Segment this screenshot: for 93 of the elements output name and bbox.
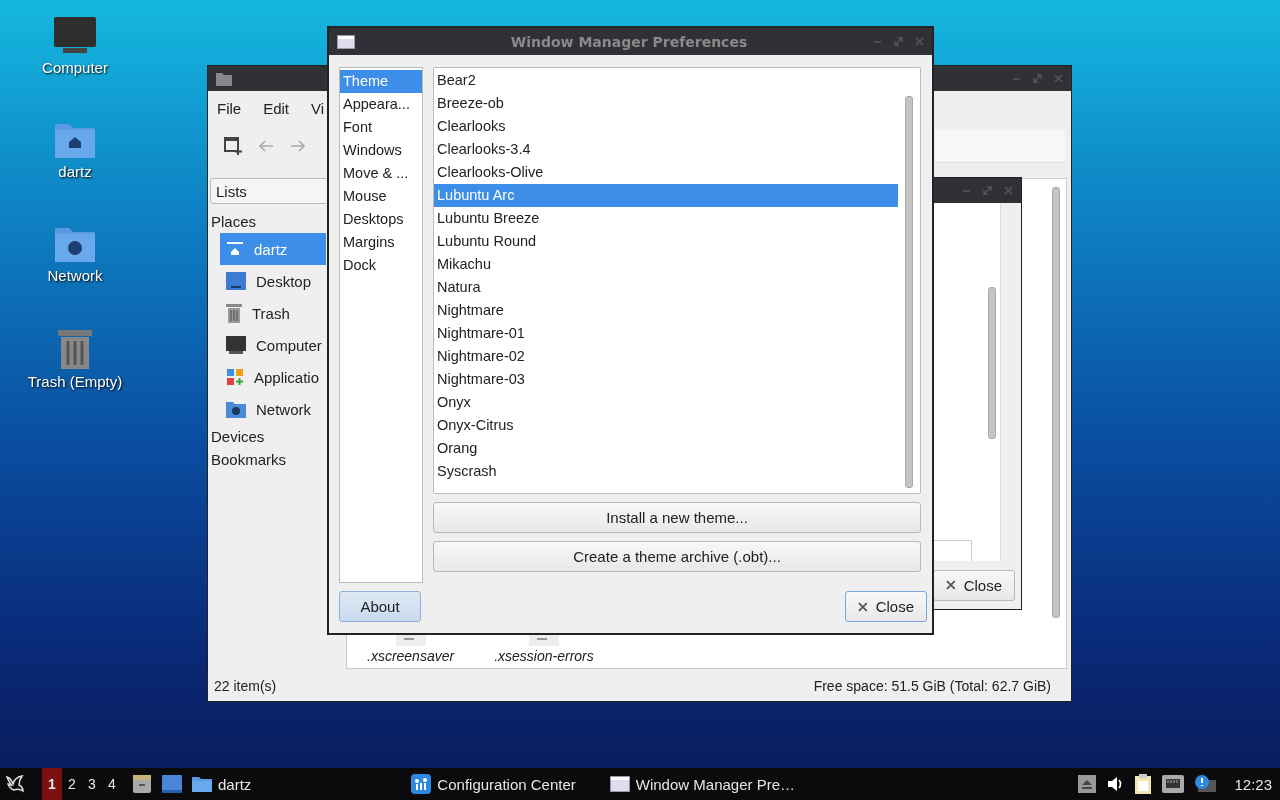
task-button[interactable]: Window Manager Pre… bbox=[609, 775, 795, 793]
window-icon bbox=[609, 776, 630, 792]
scrollbar[interactable] bbox=[905, 96, 913, 488]
forward-icon[interactable] bbox=[290, 139, 306, 153]
file-name[interactable]: .xsession-errors bbox=[494, 648, 594, 664]
path-bar[interactable] bbox=[935, 129, 1065, 163]
eject-icon[interactable] bbox=[1078, 775, 1097, 793]
close-icon[interactable] bbox=[1054, 74, 1063, 83]
section-heading[interactable]: Bookmarks bbox=[208, 448, 326, 471]
list-option[interactable]: Nightmare-01 bbox=[434, 322, 898, 345]
maximize-icon[interactable] bbox=[894, 37, 903, 46]
menu-item[interactable]: Vi bbox=[311, 100, 325, 118]
category-item[interactable]: Margins bbox=[340, 231, 422, 254]
action-button[interactable]: Install a new theme... bbox=[433, 502, 921, 533]
category-item[interactable]: Appeara... bbox=[340, 93, 422, 116]
list-option[interactable]: Bear2 bbox=[434, 69, 898, 92]
desktop-icon-label[interactable]: Trash (Empty) bbox=[27, 373, 123, 390]
desktop-icon[interactable] bbox=[162, 775, 182, 793]
close-button[interactable]: Close bbox=[933, 569, 1015, 601]
workspace-button[interactable]: 1 bbox=[42, 768, 62, 800]
list-option[interactable]: Clearlooks-Olive bbox=[434, 161, 898, 184]
list-option[interactable]: Nightmare bbox=[434, 299, 898, 322]
window-icon bbox=[337, 34, 355, 49]
notification-icon[interactable] bbox=[1194, 774, 1217, 794]
side-pane-dropdown[interactable]: Lists bbox=[210, 178, 326, 204]
desktop-icon-label[interactable]: Network bbox=[47, 267, 103, 284]
place-item[interactable]: Trash bbox=[220, 297, 326, 329]
folder-icon bbox=[216, 71, 232, 86]
workspace-button[interactable]: 4 bbox=[102, 768, 122, 800]
list-option[interactable]: Orang bbox=[434, 437, 898, 460]
network-port-icon[interactable] bbox=[1162, 775, 1185, 793]
workspace-button[interactable]: 3 bbox=[82, 768, 102, 800]
task-button[interactable]: dartz bbox=[192, 775, 252, 793]
desktop-icon bbox=[226, 272, 246, 290]
free-space: Free space: 51.5 GiB (Total: 62.7 GiB) bbox=[813, 678, 1051, 694]
list-option[interactable]: Lubuntu Breeze bbox=[434, 207, 898, 230]
action-button[interactable]: Create a theme archive (.obt)... bbox=[433, 541, 921, 572]
category-item[interactable]: Windows bbox=[340, 139, 422, 162]
close-icon[interactable] bbox=[915, 37, 924, 46]
place-item[interactable]: Computer bbox=[220, 329, 326, 361]
file-cabinet-icon[interactable] bbox=[132, 774, 152, 794]
menu-item[interactable]: Edit bbox=[263, 100, 290, 118]
window-title: Window Manager Preferences bbox=[509, 33, 749, 50]
settings-icon bbox=[411, 774, 432, 794]
bird-logo-icon[interactable] bbox=[4, 773, 26, 795]
desktop-icon-label[interactable]: dartz bbox=[58, 163, 92, 180]
clipboard-icon[interactable] bbox=[1134, 773, 1153, 795]
list-option[interactable]: Nightmare-02 bbox=[434, 345, 898, 368]
section-heading[interactable]: Devices bbox=[208, 425, 326, 448]
category-item[interactable]: Font bbox=[340, 116, 422, 139]
category-item[interactable]: Mouse bbox=[340, 185, 422, 208]
folder-icon bbox=[192, 776, 212, 792]
list-option[interactable]: Lubuntu Round bbox=[434, 230, 898, 253]
place-item[interactable]: Applicatio bbox=[220, 361, 326, 393]
trash-icon bbox=[226, 303, 242, 323]
close-icon bbox=[858, 601, 868, 612]
list-option[interactable]: Clearlooks-3.4 bbox=[434, 138, 898, 161]
home-folder-icon bbox=[226, 240, 244, 258]
about-button[interactable]: About bbox=[339, 591, 421, 622]
place-item[interactable]: Network bbox=[220, 393, 326, 425]
list-option[interactable]: Breeze-ob bbox=[434, 92, 898, 115]
list-option[interactable]: Onyx-Citrus bbox=[434, 414, 898, 437]
list-option[interactable]: Natura bbox=[434, 276, 898, 299]
list-option[interactable]: Clearlooks bbox=[434, 115, 898, 138]
category-item[interactable]: Move & ... bbox=[340, 162, 422, 185]
list-option[interactable]: Onyx bbox=[434, 391, 898, 414]
back-icon[interactable] bbox=[258, 139, 274, 153]
trash-icon bbox=[55, 328, 95, 370]
close-button[interactable]: Close bbox=[845, 591, 927, 622]
category-item[interactable]: Desktops bbox=[340, 208, 422, 231]
maximize-icon[interactable] bbox=[1033, 74, 1042, 83]
category-item[interactable]: Dock bbox=[340, 254, 422, 277]
new-tab-icon[interactable] bbox=[224, 137, 242, 155]
scrollbar[interactable] bbox=[988, 287, 996, 439]
section-heading[interactable]: Places bbox=[208, 210, 326, 233]
scrollbar[interactable] bbox=[1052, 187, 1060, 618]
task-button[interactable]: Configuration Center bbox=[411, 774, 576, 794]
workspace-button[interactable]: 2 bbox=[62, 768, 82, 800]
maximize-icon[interactable] bbox=[983, 186, 992, 195]
network-folder-icon bbox=[226, 400, 246, 418]
item-count: 22 item(s) bbox=[214, 678, 277, 694]
list-option[interactable]: Syscrash bbox=[434, 460, 898, 483]
list-option[interactable]: Mikachu bbox=[434, 253, 898, 276]
monitor-icon bbox=[226, 336, 246, 354]
file-name[interactable]: .xscreensaver bbox=[367, 648, 455, 664]
clock[interactable]: 12:23 bbox=[1234, 775, 1272, 793]
close-icon bbox=[946, 580, 956, 590]
close-icon[interactable] bbox=[1004, 186, 1013, 195]
menu-item[interactable]: File bbox=[217, 100, 242, 118]
applications-icon bbox=[226, 368, 244, 386]
list-option[interactable]: Nightmare-03 bbox=[434, 368, 898, 391]
place-item[interactable]: Desktop bbox=[220, 265, 326, 297]
monitor-icon bbox=[53, 16, 97, 56]
